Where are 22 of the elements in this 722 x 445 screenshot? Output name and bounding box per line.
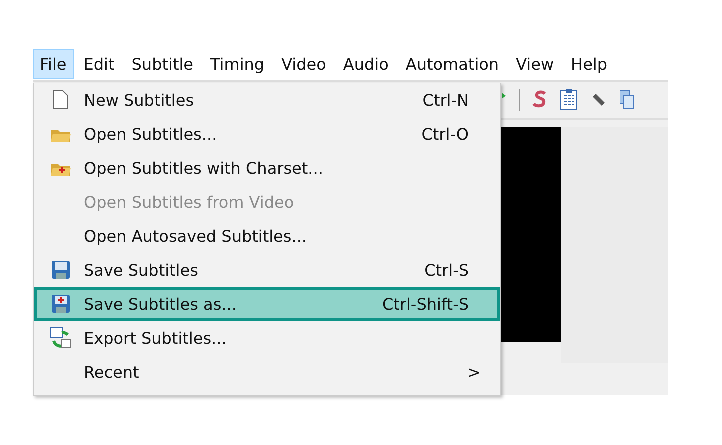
menu-item[interactable]: Open Subtitles with Charset... bbox=[34, 151, 500, 185]
menu-bar-item[interactable]: Video bbox=[274, 49, 334, 79]
menu-item[interactable]: Recent > bbox=[34, 355, 500, 389]
menu-bar-item[interactable]: Automation bbox=[398, 49, 506, 79]
menu-bar-item[interactable]: Subtitle bbox=[124, 49, 200, 79]
menu-bar-item[interactable]: Audio bbox=[336, 49, 396, 79]
menu-item[interactable]: Save Subtitles Ctrl-S bbox=[34, 253, 500, 287]
menu-bar-item[interactable]: Timing bbox=[204, 49, 272, 79]
clipboard-icon[interactable] bbox=[560, 89, 578, 111]
menu-item[interactable]: Open Autosaved Subtitles... bbox=[34, 219, 500, 253]
menu-item[interactable]: Export Subtitles... bbox=[34, 321, 500, 355]
copy-icon[interactable] bbox=[620, 90, 634, 110]
menu-item[interactable]: Open Subtitles... Ctrl-O bbox=[34, 117, 500, 151]
document-icon bbox=[52, 90, 68, 110]
export-icon bbox=[50, 327, 72, 349]
menu-bar-item[interactable]: Edit bbox=[76, 49, 122, 79]
menu-bar-item[interactable]: Help bbox=[564, 49, 615, 79]
menu-item[interactable]: New Subtitles Ctrl-N bbox=[34, 83, 500, 117]
menu-bar-item[interactable]: File bbox=[33, 49, 74, 79]
menu-bar-item[interactable]: View bbox=[509, 49, 562, 79]
script-s-icon[interactable] bbox=[532, 90, 548, 110]
menu-item[interactable]: Save Subtitles as... Ctrl-Shift-S bbox=[34, 287, 500, 321]
